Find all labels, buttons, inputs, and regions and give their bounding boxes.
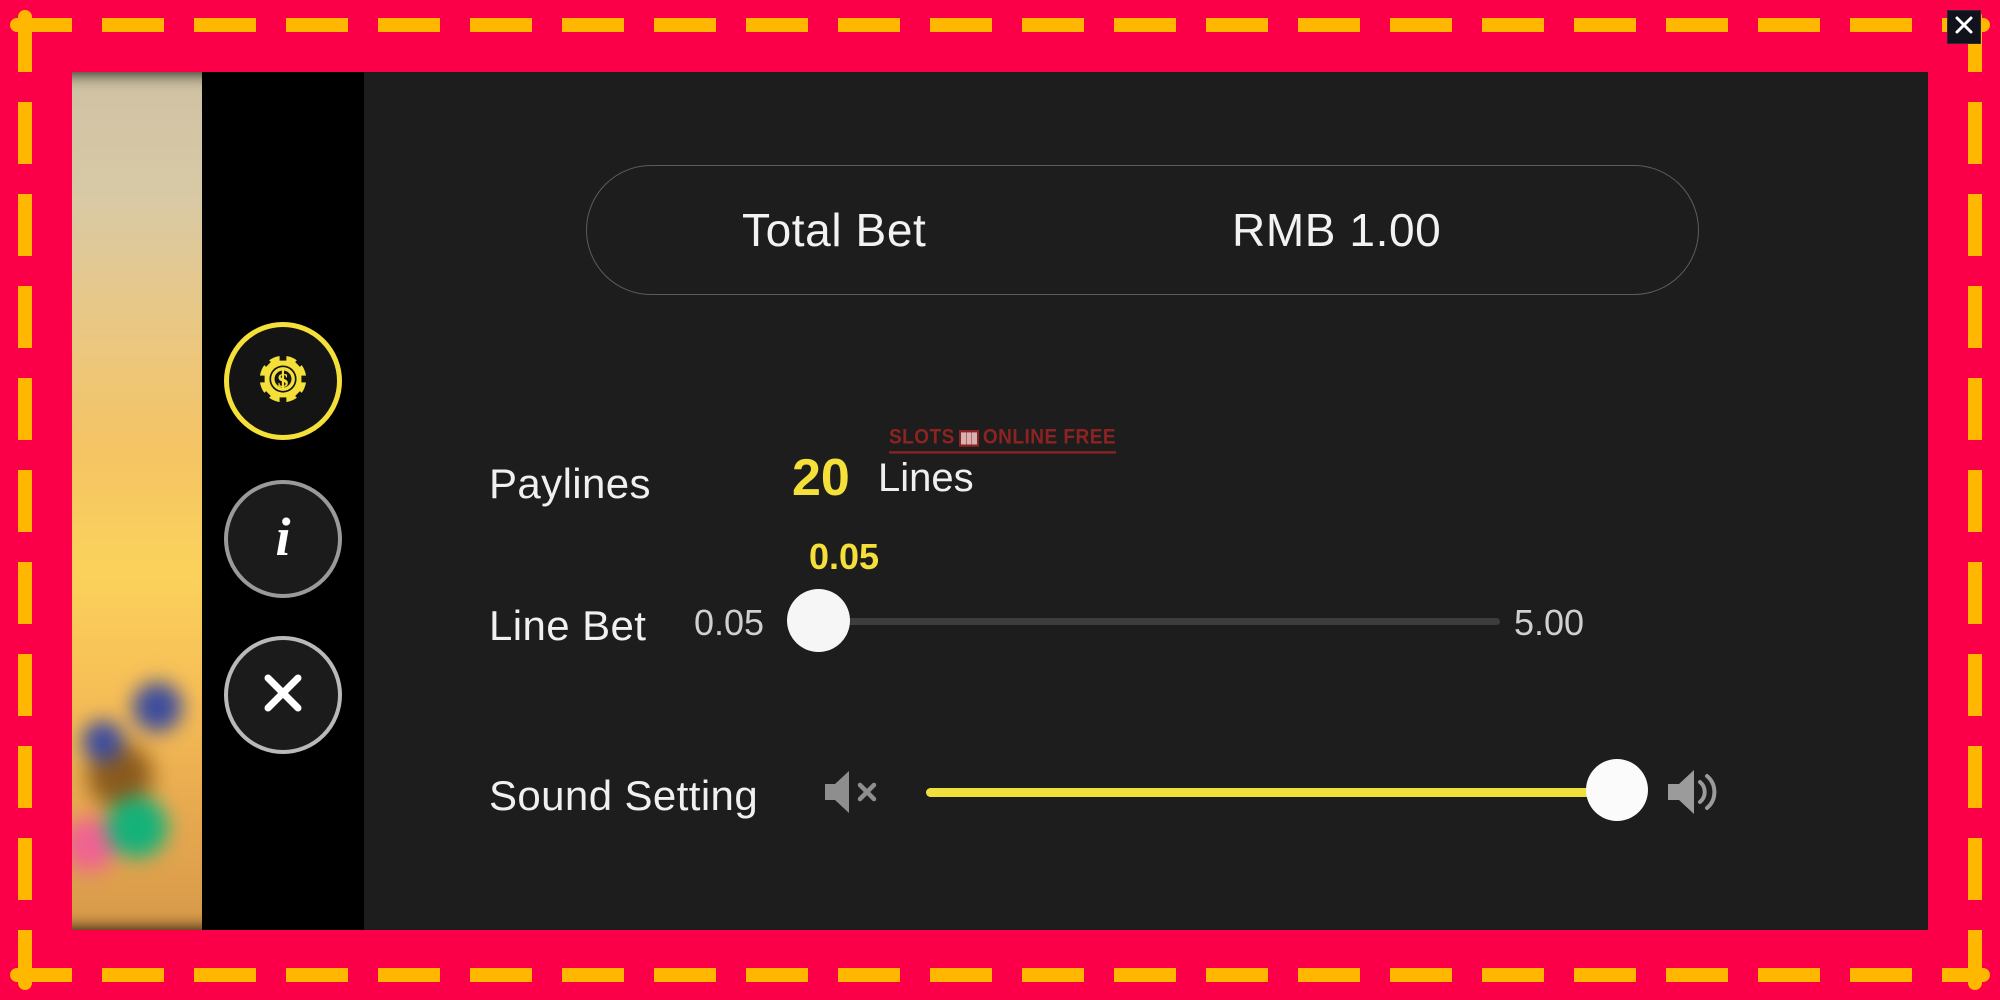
casino-chip-icon: S	[252, 348, 314, 415]
paylines-label: Paylines	[489, 460, 651, 507]
line-bet-current-value: 0.05	[809, 536, 880, 577]
sidebar-item-info[interactable]: i	[224, 480, 342, 598]
paylines-unit: Lines	[878, 456, 974, 500]
sound-slider-thumb[interactable]	[1586, 759, 1648, 821]
sound-setting-label: Sound Setting	[489, 772, 759, 819]
side-rail: S i	[202, 72, 364, 930]
watermark-left-text: SLOTS	[889, 425, 955, 450]
line-bet-slider-track[interactable]	[812, 618, 1500, 625]
sidebar-item-close[interactable]	[224, 636, 342, 754]
frame-dash-right	[1968, 10, 1982, 990]
settings-panel: Total Bet RMB 1.00 Paylines 20 Lines SLO…	[364, 72, 1928, 930]
info-icon: i	[275, 507, 291, 567]
paylines-row: Paylines 20 Lines	[364, 449, 1928, 520]
game-background-left	[72, 72, 222, 930]
frame-dash-left	[18, 10, 32, 990]
game-window: S i Total Bet RMB 1.00 Paylines	[72, 72, 1928, 930]
speaker-mute-icon[interactable]	[819, 764, 887, 825]
close-x-icon	[1952, 13, 1976, 42]
watermark: SLOTS ONLINE FREE	[889, 425, 1117, 454]
close-icon	[255, 665, 311, 726]
watermark-right-text: ONLINE FREE	[982, 425, 1117, 450]
line-bet-row: Line Bet 0.05 0.05 5.00	[364, 536, 1928, 662]
total-bet-display: Total Bet RMB 1.00	[586, 165, 1699, 295]
line-bet-min-value: 0.05	[694, 602, 765, 643]
sidebar-item-bet-settings[interactable]: S	[224, 322, 342, 440]
slot-machine-icon	[958, 429, 979, 447]
frame-dash-top	[10, 18, 1990, 32]
line-bet-max-value: 5.00	[1514, 602, 1585, 643]
frame-dash-bottom	[10, 968, 1990, 982]
sound-setting-row: Sound Setting	[364, 759, 1928, 832]
total-bet-label: Total Bet	[742, 204, 927, 256]
sound-slider-fill	[926, 788, 1618, 797]
window-close-button[interactable]	[1947, 10, 1981, 44]
speaker-volume-icon[interactable]	[1664, 763, 1722, 826]
paylines-count: 20	[792, 449, 850, 507]
line-bet-slider-thumb[interactable]	[787, 589, 850, 652]
line-bet-label: Line Bet	[489, 602, 647, 649]
total-bet-value: RMB 1.00	[1232, 204, 1442, 256]
